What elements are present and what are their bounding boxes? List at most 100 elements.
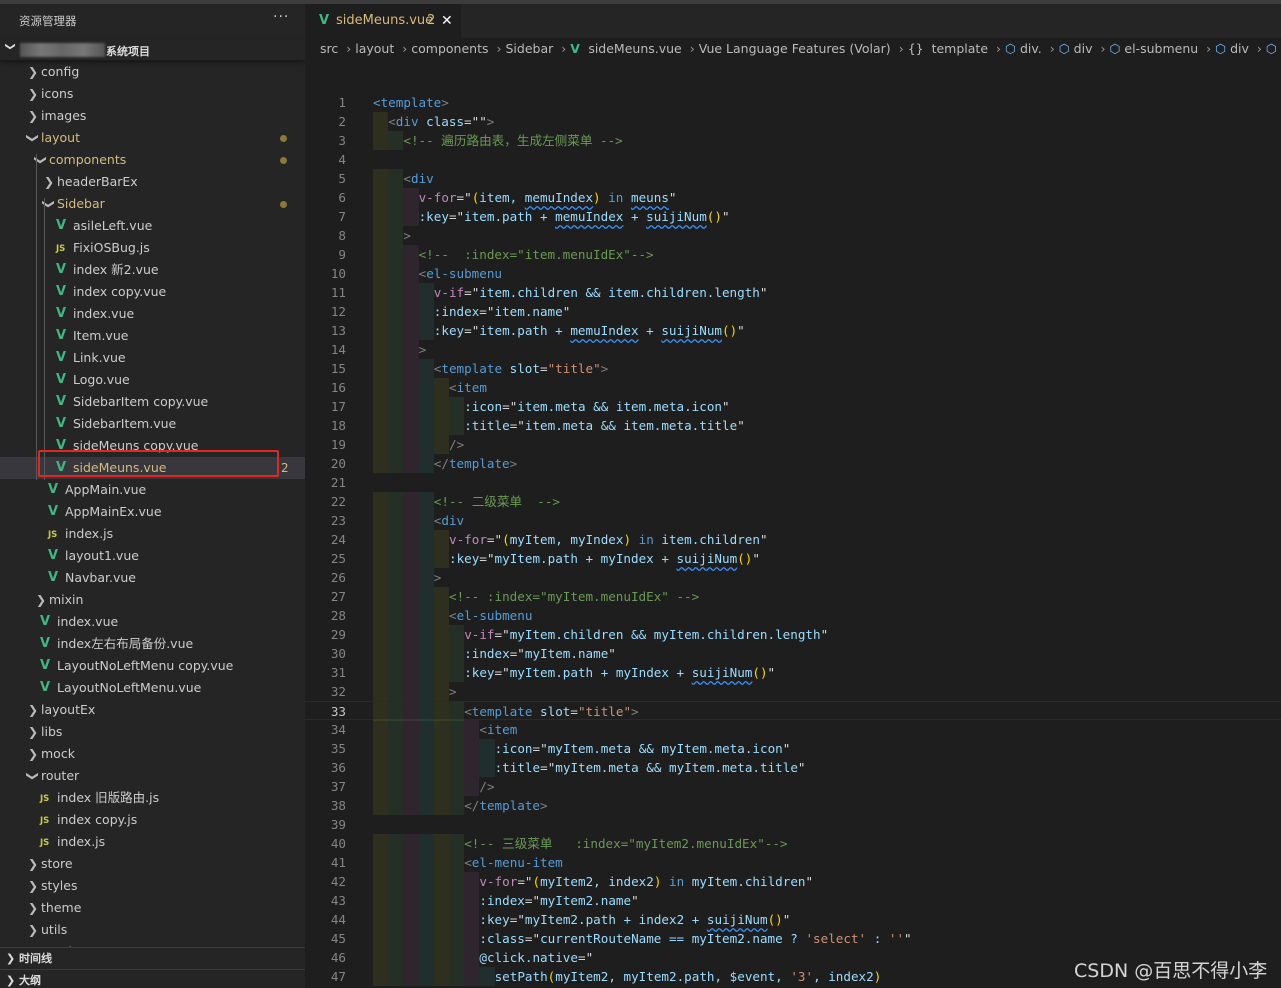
code-line[interactable]: 34 <item <box>305 720 1281 739</box>
tree-item[interactable]: ❯ styles <box>0 875 305 897</box>
code-line[interactable]: 1 <template> <box>305 93 1281 112</box>
code-line[interactable]: 11 v-if= "item.children && item.children.l… <box>305 283 1281 302</box>
tree-item[interactable]: V Logo.vue <box>0 369 305 391</box>
code-line[interactable]: 41 <el-menu-item <box>305 853 1281 872</box>
breadcrumb-item[interactable]: V sideMeuns.vue <box>570 41 685 56</box>
tree-item[interactable]: JS index 旧版路由.js <box>0 787 305 809</box>
tab-sidemeuns-vue[interactable]: V sideMeuns.vue 2 ✕ <box>305 4 461 38</box>
tree-item[interactable]: V Navbar.vue <box>0 567 305 589</box>
tree-item[interactable]: V Link.vue <box>0 347 305 369</box>
breadcrumb-item[interactable]: ⬡el-submenu <box>1266 41 1281 56</box>
code-line[interactable]: 32 > <box>305 682 1281 701</box>
tree-item[interactable]: ❯ headerBarEx <box>0 171 305 193</box>
code-line[interactable]: 42 v-for="(myItem2, index2) in myItem.chi… <box>305 872 1281 891</box>
tree-item[interactable]: ❯ mixin <box>0 589 305 611</box>
code-line[interactable]: 17:icon="item.meta && item.meta.icon" <box>305 397 1281 416</box>
code-line[interactable]: 33 <template slot="title"> <box>305 701 1281 721</box>
tree-item[interactable]: V LayoutNoLeftMenu.vue <box>0 677 305 699</box>
code-line[interactable]: 7:key="item.path + memuIndex + suijiNum(… <box>305 207 1281 226</box>
project-root[interactable]: ❯ 系统项目 <box>0 40 305 60</box>
tree-item[interactable]: JS index.js <box>0 523 305 545</box>
code-line[interactable]: 29 v-if="myItem.children && myItem.childr… <box>305 625 1281 644</box>
breadcrumb-item[interactable]: components <box>411 41 492 56</box>
code-editor[interactable]: 1 <template> 2 <div class=""> 3 <!-- 遍历路由表，生成… <box>305 93 1281 988</box>
code-line[interactable]: 40 <!-- 三级菜单 :index="myItem2.menuIdEx"--> <box>305 834 1281 853</box>
breadcrumb-item[interactable]: Sidebar <box>506 41 558 56</box>
tree-item[interactable]: ❯ config <box>0 61 305 83</box>
tree-item[interactable]: ❯ Sidebar <box>0 193 305 215</box>
code-line[interactable]: 43:index="myItem2.name" <box>305 891 1281 910</box>
code-line[interactable]: 38 </template> <box>305 796 1281 815</box>
tree-item[interactable]: ❯ layout <box>0 127 305 149</box>
tree-item[interactable]: V LayoutNoLeftMenu copy.vue <box>0 655 305 677</box>
code-line[interactable]: 13:key= " item.path + memuIndex + suijiNum… <box>305 321 1281 340</box>
tree-item[interactable]: ❯ icons <box>0 83 305 105</box>
code-line[interactable]: 22 <!-- 二级菜单 --> <box>305 492 1281 511</box>
breadcrumb-item[interactable]: ⬡ div <box>1059 41 1097 56</box>
breadcrumb-item[interactable]: ⬡ div. <box>1005 41 1046 56</box>
close-icon[interactable]: ✕ <box>441 4 453 38</box>
code-line[interactable]: 2 <div class=""> <box>305 112 1281 131</box>
more-actions-button[interactable]: ··· <box>273 9 289 25</box>
code-line[interactable]: 39 <box>305 815 1281 834</box>
code-line[interactable]: 30:index="myItem.name" <box>305 644 1281 663</box>
tree-item[interactable]: JS FixiOSBug.js <box>0 237 305 259</box>
breadcrumb-item[interactable]: ⬡el-submenu <box>1109 41 1202 56</box>
panel-outline[interactable]: ❯ 大纲 <box>0 969 305 988</box>
code-line[interactable]: 36:title= "myItem.meta && myItem.meta.tit… <box>305 758 1281 777</box>
code-line[interactable]: 23 <div <box>305 511 1281 530</box>
code-line[interactable]: 35:icon="myItem.meta && myItem.meta.icon… <box>305 739 1281 758</box>
tree-item[interactable]: ❯ store <box>0 853 305 875</box>
tree-item[interactable]: Vindex左右布局备份.vue <box>0 633 305 655</box>
code-line[interactable]: 18:title="item.meta && item.meta.title" <box>305 416 1281 435</box>
code-line[interactable]: 6 v-for="(item, memuIndex) in meuns" <box>305 188 1281 207</box>
code-line[interactable]: 14 > <box>305 340 1281 359</box>
tree-item[interactable]: ❯ router <box>0 765 305 787</box>
tree-item[interactable]: V AppMainEx.vue <box>0 501 305 523</box>
code-line[interactable]: 8 > <box>305 226 1281 245</box>
code-line[interactable]: 5 <div <box>305 169 1281 188</box>
tree-item[interactable]: JS index.js <box>0 831 305 853</box>
tree-item[interactable]: ❯ components <box>0 149 305 171</box>
code-line[interactable]: 20 </template> <box>305 454 1281 473</box>
tree-item[interactable]: V SidebarItem.vue <box>0 413 305 435</box>
code-line[interactable]: 15 <template slot="title"> <box>305 359 1281 378</box>
code-line[interactable]: 10 <el-submenu <box>305 264 1281 283</box>
code-line[interactable]: 4 <box>305 150 1281 169</box>
code-line[interactable]: 16 <item <box>305 378 1281 397</box>
code-line[interactable]: 24 v-for="(myItem, myIndex) in item.child… <box>305 530 1281 549</box>
tree-item[interactable]: ❯ theme <box>0 897 305 919</box>
code-line[interactable]: 44:key="myItem2.path + index2 + suijiNum… <box>305 910 1281 929</box>
breadcrumb-item[interactable]: Vue Language Features (Volar) <box>699 41 895 56</box>
tree-item[interactable]: Vindex.vue <box>0 303 305 325</box>
code-line[interactable]: 28 <el-submenu <box>305 606 1281 625</box>
code-line[interactable]: 19 /> <box>305 435 1281 454</box>
code-line[interactable]: 27 <!-- :index="myItem.menuIdEx" --> <box>305 587 1281 606</box>
tree-item[interactable]: ❯ images <box>0 105 305 127</box>
tree-item[interactable]: ❯ utils <box>0 919 305 941</box>
tree-item[interactable]: V SidebarItem copy.vue <box>0 391 305 413</box>
code-line[interactable]: 45:class="currentRouteName == myItem2.na… <box>305 929 1281 948</box>
breadcrumb-item[interactable]: src <box>320 41 342 56</box>
code-line[interactable]: 12:index="item.name" <box>305 302 1281 321</box>
tree-item[interactable]: V AppMain.vue <box>0 479 305 501</box>
tree-item[interactable]: JS index copy.js <box>0 809 305 831</box>
code-line[interactable]: 3 <!-- 遍历路由表，生成左侧菜单 --> <box>305 131 1281 150</box>
code-line[interactable]: 26 > <box>305 568 1281 587</box>
panel-timeline[interactable]: ❯ 时间线 <box>0 947 305 969</box>
code-line[interactable]: 21 <box>305 473 1281 492</box>
tree-item[interactable]: Vindex.vue <box>0 611 305 633</box>
code-line[interactable]: 9 <!-- :index="item.menuIdEx"--> <box>305 245 1281 264</box>
tree-item[interactable]: V Item.vue <box>0 325 305 347</box>
breadcrumb-item[interactable]: {} template <box>908 41 992 56</box>
breadcrumb-item[interactable]: layout <box>355 41 398 56</box>
tree-item[interactable]: Vlayout1.vue <box>0 545 305 567</box>
code-line[interactable]: 31:key="myItem.path + myIndex + suijiNum… <box>305 663 1281 682</box>
breadcrumb-item[interactable]: ⬡ div <box>1215 41 1253 56</box>
code-line[interactable]: 25:key="myItem.path + myIndex + suijiNum… <box>305 549 1281 568</box>
tree-item[interactable]: ❯ libs <box>0 721 305 743</box>
tree-item[interactable]: ❯ mock <box>0 743 305 765</box>
code-line[interactable]: 37 /> <box>305 777 1281 796</box>
tree-item[interactable]: Vindex copy.vue <box>0 281 305 303</box>
tree-item[interactable]: Vindex 新2.vue <box>0 259 305 281</box>
